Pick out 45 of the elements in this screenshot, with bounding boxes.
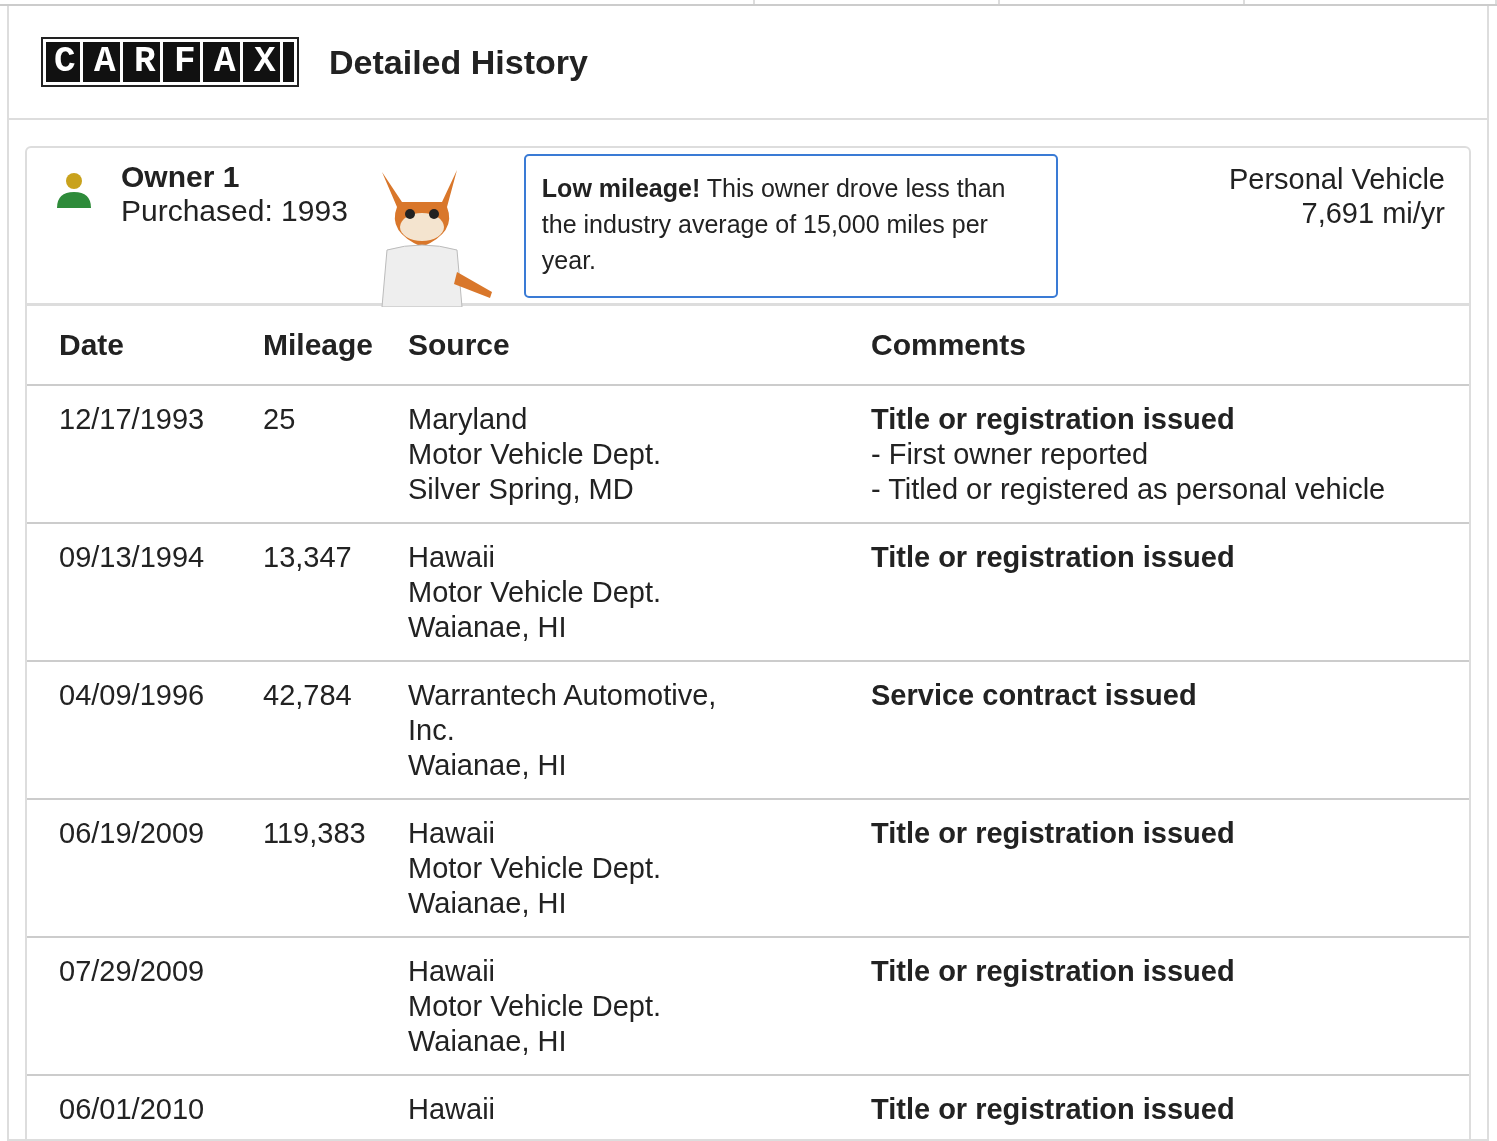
mileage-cell-text: 42,784	[263, 678, 353, 713]
low-mileage-note: Low mileage! This owner drove less than the industry average of 15,000 miles per year.	[523, 154, 1058, 298]
comment-title: Title or registration issued	[871, 402, 1236, 437]
person-icon	[57, 172, 91, 208]
mileage-cell-text: 119,383	[263, 816, 367, 851]
mileage-cell-text: 13,347	[263, 540, 353, 575]
purchase-year: Purchased: 1993	[121, 194, 348, 228]
section-title: Detailed History	[329, 42, 588, 82]
owner-name: Owner 1	[121, 160, 241, 194]
source-text: Hawaii	[408, 1092, 497, 1127]
source-text: Waianae, HI	[408, 1024, 568, 1059]
source-text: Inc.	[408, 713, 456, 748]
date-cell-text: 12/17/1993	[59, 402, 206, 437]
date-cell-text: 09/13/1994	[59, 540, 206, 575]
source-text: Motor Vehicle Dept.	[408, 437, 663, 472]
source-text: Hawaii	[408, 816, 497, 851]
column-header: Date	[59, 328, 126, 362]
comment-title: Title or registration issued	[871, 1092, 1236, 1127]
date-cell-text: 06/01/2010	[59, 1092, 206, 1127]
source-text: Waianae, HI	[408, 610, 568, 645]
vehicle-use: Personal Vehicle	[1228, 162, 1445, 196]
mileage-cell-text: 25	[263, 402, 297, 437]
source-text: Motor Vehicle Dept.	[408, 851, 663, 886]
date-cell-text: 04/09/1996	[59, 678, 206, 713]
source-text: Maryland	[408, 402, 529, 437]
source-text: Waianae, HI	[408, 886, 568, 921]
column-header: Source	[408, 328, 511, 362]
source-text: Motor Vehicle Dept.	[408, 989, 663, 1024]
date-cell-text: 07/29/2009	[59, 954, 206, 989]
column-header: Comments	[871, 328, 1028, 362]
source-text: Silver Spring, MD	[408, 472, 635, 507]
date-cell-text: 06/19/2009	[59, 816, 206, 851]
comment-title: Title or registration issued	[871, 816, 1236, 851]
source-text: Hawaii	[408, 540, 497, 575]
source-text: Motor Vehicle Dept.	[408, 575, 663, 610]
comment-detail: - Titled or registered as personal vehicle	[871, 472, 1387, 507]
source-text: Warrantech Automotive,	[408, 678, 718, 713]
comment-detail: - First owner reported	[871, 437, 1150, 472]
comment-title: Title or registration issued	[871, 954, 1236, 989]
column-header: Mileage	[263, 328, 375, 362]
source-text: Hawaii	[408, 954, 497, 989]
miles-per-year: 7,691 mi/yr	[1301, 196, 1445, 230]
comment-title: Service contract issued	[871, 678, 1198, 713]
source-text: Waianae, HI	[408, 748, 568, 783]
comment-title: Title or registration issued	[871, 540, 1236, 575]
